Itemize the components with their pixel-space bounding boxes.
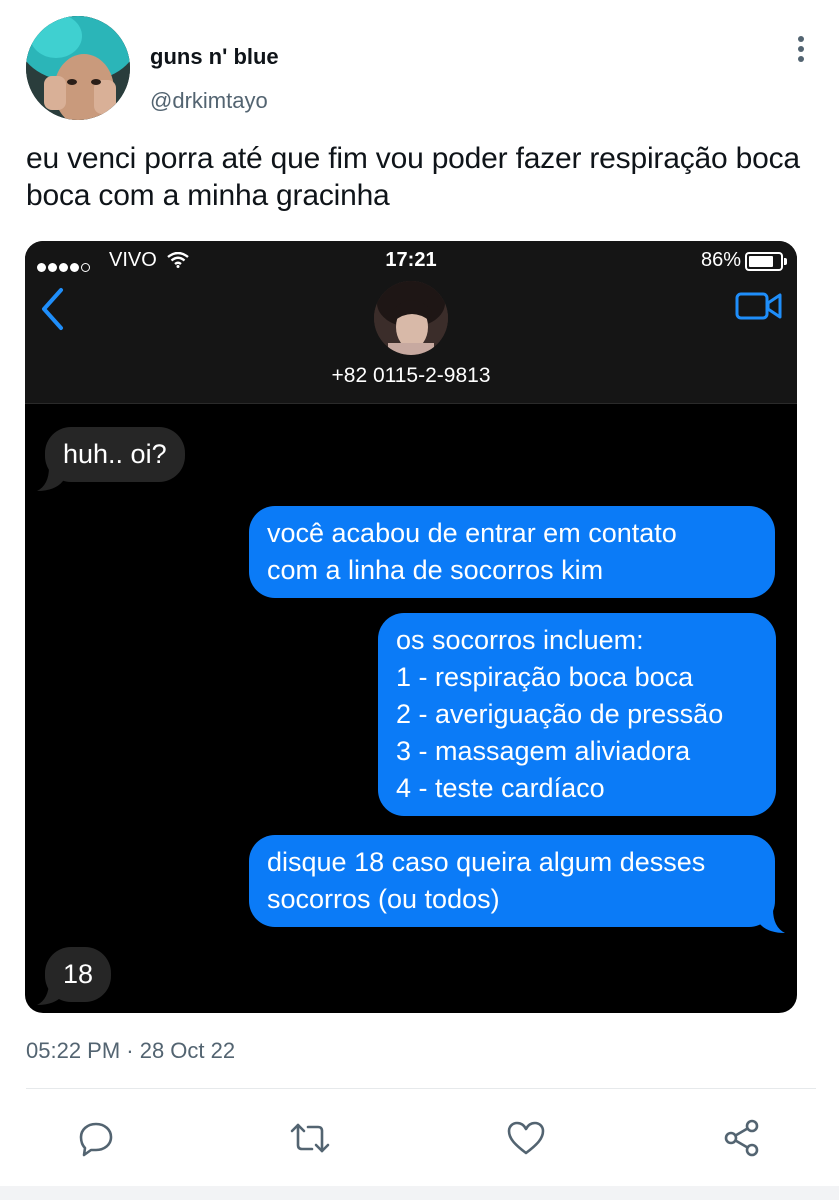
- status-time: 17:21: [385, 249, 437, 271]
- tweet-actions: [0, 1108, 839, 1168]
- message-line: disque 18 caso queira algum desses: [267, 847, 706, 877]
- battery-percent: 86%: [700, 249, 741, 271]
- contact-avatar[interactable]: [374, 281, 448, 355]
- message-incoming: huh.. oi?: [45, 427, 185, 482]
- message-line: 3 - massagem aliviadora: [396, 736, 691, 766]
- more-options-icon[interactable]: [794, 36, 808, 66]
- author-avatar[interactable]: [26, 16, 130, 120]
- retweet-icon[interactable]: [288, 1116, 332, 1160]
- battery-icon: [745, 252, 787, 271]
- author-name[interactable]: guns n' blue: [150, 44, 279, 70]
- back-chevron-icon[interactable]: [39, 287, 65, 336]
- share-icon[interactable]: [720, 1116, 764, 1160]
- author-handle[interactable]: @drkimtayo: [150, 88, 268, 114]
- message-line: com a linha de socorros kim: [267, 555, 604, 585]
- message-outgoing: os socorros incluem: 1 - respiração boca…: [378, 613, 776, 816]
- bubble-tail: [37, 467, 63, 491]
- contact-number: +82 0115-2-9813: [331, 364, 491, 387]
- reply-icon[interactable]: [74, 1116, 118, 1160]
- bottom-separator: [0, 1186, 839, 1200]
- messages-header: VIVO 17:21 86% +82 0115-2-9813: [25, 241, 797, 404]
- message-line: 4 - teste cardíaco: [396, 773, 605, 803]
- video-call-icon[interactable]: [735, 291, 783, 326]
- message-text: 18: [63, 959, 94, 989]
- message-line: 1 - respiração boca boca: [396, 662, 694, 692]
- attached-image[interactable]: VIVO 17:21 86% +82 0115-2-9813 huh.. oi?…: [25, 241, 797, 1013]
- tweet-header: guns n' blue @drkimtayo: [26, 16, 816, 126]
- bubble-tail: [37, 981, 63, 1005]
- message-line: socorros (ou todos): [267, 884, 500, 914]
- message-text: huh.. oi?: [63, 439, 167, 469]
- tweet-timestamp[interactable]: 05:22 PM · 28 Oct 22: [26, 1038, 235, 1064]
- bubble-tail: [759, 909, 785, 933]
- message-line: 2 - averiguação de pressão: [396, 699, 724, 729]
- message-line: você acabou de entrar em contato: [267, 518, 677, 548]
- status-bar: VIVO 17:21 86%: [25, 249, 797, 273]
- divider: [26, 1088, 816, 1089]
- message-outgoing: você acabou de entrar em contato com a l…: [249, 506, 775, 598]
- tweet-text: eu venci porra até que fim vou poder faz…: [26, 142, 800, 212]
- message-line: os socorros incluem:: [396, 625, 644, 655]
- like-icon[interactable]: [504, 1116, 548, 1160]
- message-outgoing: disque 18 caso queira algum desses socor…: [249, 835, 775, 927]
